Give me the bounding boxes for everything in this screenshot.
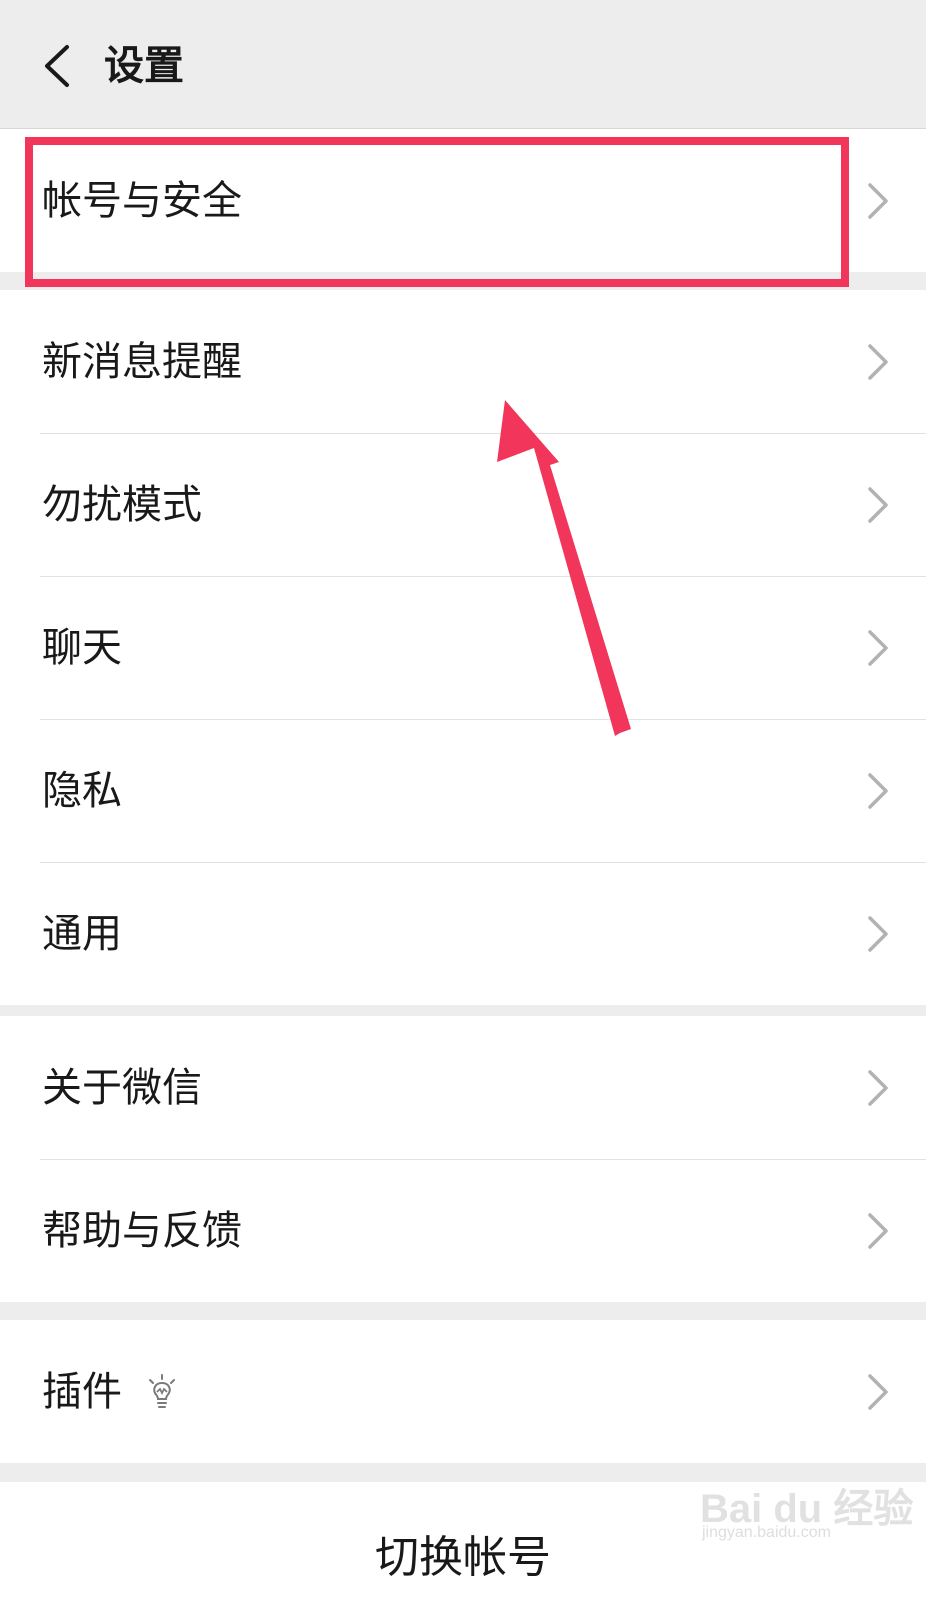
settings-group-plugins: 插件: [0, 1320, 926, 1463]
settings-item-do-not-disturb[interactable]: 勿扰模式: [0, 433, 926, 576]
settings-item-help-feedback[interactable]: 帮助与反馈: [0, 1159, 926, 1302]
settings-item-chats[interactable]: 聊天: [0, 576, 926, 719]
settings-group-account: 帐号与安全: [0, 129, 926, 272]
chevron-right-icon: [868, 1212, 888, 1249]
settings-item-new-message-alerts[interactable]: 新消息提醒: [0, 290, 926, 433]
settings-item-plugins[interactable]: 插件: [0, 1320, 926, 1463]
chevron-right-icon: [868, 1069, 888, 1106]
page-title: 设置: [104, 43, 184, 89]
nav-header: 设置: [0, 0, 926, 129]
settings-item-privacy[interactable]: 隐私: [0, 719, 926, 862]
settings-item-label: 帐号与安全: [42, 177, 242, 224]
chevron-right-icon: [868, 772, 888, 809]
chevron-right-icon: [868, 915, 888, 952]
chevron-right-icon: [868, 486, 888, 523]
chevron-right-icon: [868, 182, 888, 219]
settings-item-about-wechat[interactable]: 关于微信: [0, 1016, 926, 1159]
chevron-right-icon: [868, 1373, 888, 1410]
settings-item-label: 勿扰模式: [42, 481, 202, 528]
settings-item-label: 通用: [42, 910, 122, 957]
chevron-left-icon: [45, 45, 69, 87]
chevron-right-icon: [868, 343, 888, 380]
lightbulb-icon: [149, 1373, 175, 1408]
settings-item-label: 帮助与反馈: [42, 1207, 242, 1254]
settings-item-account-security[interactable]: 帐号与安全: [0, 129, 926, 272]
settings-item-label: 插件: [42, 1368, 122, 1415]
settings-item-general[interactable]: 通用: [0, 862, 926, 1005]
chevron-right-icon: [868, 629, 888, 666]
settings-item-label: 新消息提醒: [42, 338, 242, 385]
settings-item-label: 关于微信: [42, 1064, 202, 1111]
back-button[interactable]: [24, 34, 88, 98]
settings-item-label: 隐私: [42, 767, 122, 814]
settings-group-about: 关于微信 帮助与反馈: [0, 1016, 926, 1302]
bottom-panel: 切换帐号: [0, 1482, 926, 1600]
settings-group-general: 新消息提醒 勿扰模式 聊天 隐私 通用: [0, 290, 926, 1005]
switch-account-button[interactable]: 切换帐号: [0, 1528, 926, 1588]
settings-item-label: 聊天: [42, 624, 122, 671]
